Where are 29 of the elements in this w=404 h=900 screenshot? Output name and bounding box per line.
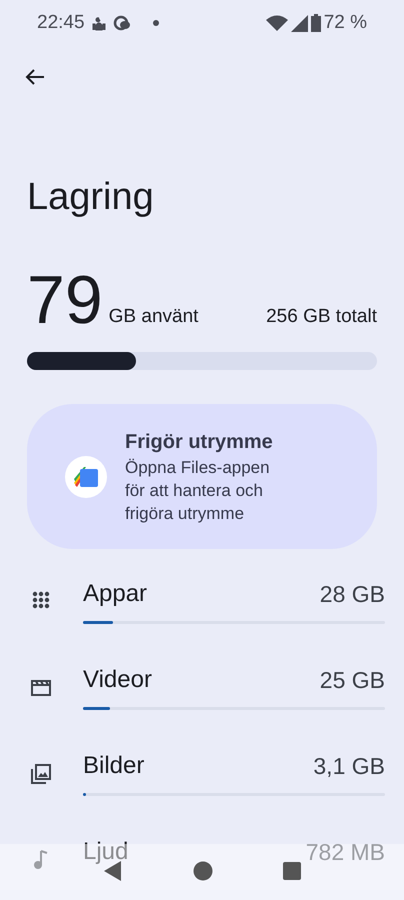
wifi-icon xyxy=(266,15,288,31)
files-app-icon xyxy=(65,456,107,498)
card-description: Öppna Files-appen för att hantera och frigöra utrymme xyxy=(125,457,271,525)
back-arrow-icon xyxy=(25,68,45,86)
category-name: Videor xyxy=(83,667,152,693)
clapperboard-icon xyxy=(30,677,52,697)
dot-icon xyxy=(152,20,159,26)
music-note-icon xyxy=(33,849,49,871)
signal-icon xyxy=(290,14,308,32)
free-up-card[interactable]: Frigör utrymme Öppna Files-appen för att hantera och frigöra utrymme xyxy=(27,404,377,549)
used-label: GB använt xyxy=(108,304,198,328)
used-amount: 79 xyxy=(27,266,103,334)
total-label: 256 GB totalt xyxy=(266,304,377,328)
home-nav-button[interactable] xyxy=(193,861,213,881)
category-name: Ljud xyxy=(83,839,128,865)
clock: 22:45 xyxy=(37,10,85,35)
category-size: 782 MB xyxy=(306,839,385,865)
category-name: Bilder xyxy=(83,753,144,779)
category-size: 3,1 GB xyxy=(313,753,385,779)
card-title: Frigör utrymme xyxy=(125,430,274,455)
category-size: 25 GB xyxy=(320,667,385,693)
battery-percent: 72 % xyxy=(324,10,367,35)
weather-icon xyxy=(112,14,133,32)
photo-library-icon xyxy=(30,763,52,785)
page-title: Lagring xyxy=(27,175,155,220)
category-size: 28 GB xyxy=(320,581,385,607)
battery-icon xyxy=(310,14,321,32)
category-name: Appar xyxy=(83,581,148,607)
grid-icon xyxy=(32,591,50,609)
